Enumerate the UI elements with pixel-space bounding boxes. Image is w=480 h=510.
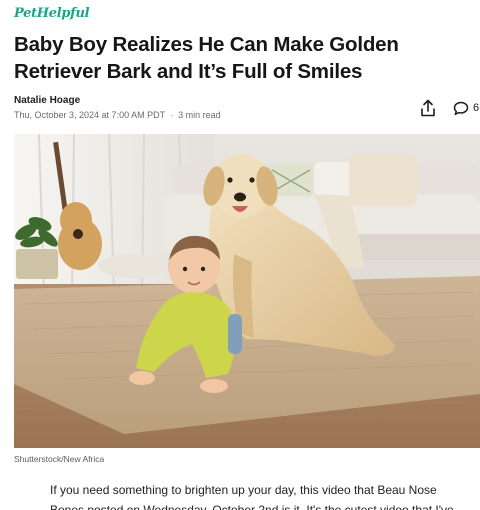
- body-line: Bones posted on Wednesday, October 2nd i…: [50, 503, 454, 510]
- comment-bubble-icon: [453, 101, 469, 115]
- comments-button[interactable]: 6: [453, 99, 479, 117]
- article-headline: Baby Boy Realizes He Can Make Golden Ret…: [14, 33, 399, 83]
- publish-date: Thu, October 3, 2024 at 7:00 AM PDT: [14, 110, 166, 120]
- site-logo[interactable]: PetHelpful: [14, 6, 90, 21]
- image-credit: Shutterstock/New Africa: [14, 454, 105, 464]
- article-meta: Thu, October 3, 2024 at 7:00 AM PDT · 3 …: [14, 110, 221, 120]
- author-name[interactable]: Natalie Hoage: [14, 95, 80, 106]
- share-button[interactable]: [418, 98, 438, 118]
- article-hero-image[interactable]: [14, 134, 480, 448]
- comment-count: 6: [473, 102, 480, 114]
- share-icon: [421, 99, 435, 117]
- body-line: If you need something to brighten up you…: [50, 483, 437, 497]
- meta-separator: ·: [170, 110, 174, 120]
- baby-and-golden-retriever-photo: [14, 134, 480, 448]
- article-body: If you need something to brighten up you…: [50, 480, 460, 510]
- read-time: 3 min read: [178, 110, 221, 120]
